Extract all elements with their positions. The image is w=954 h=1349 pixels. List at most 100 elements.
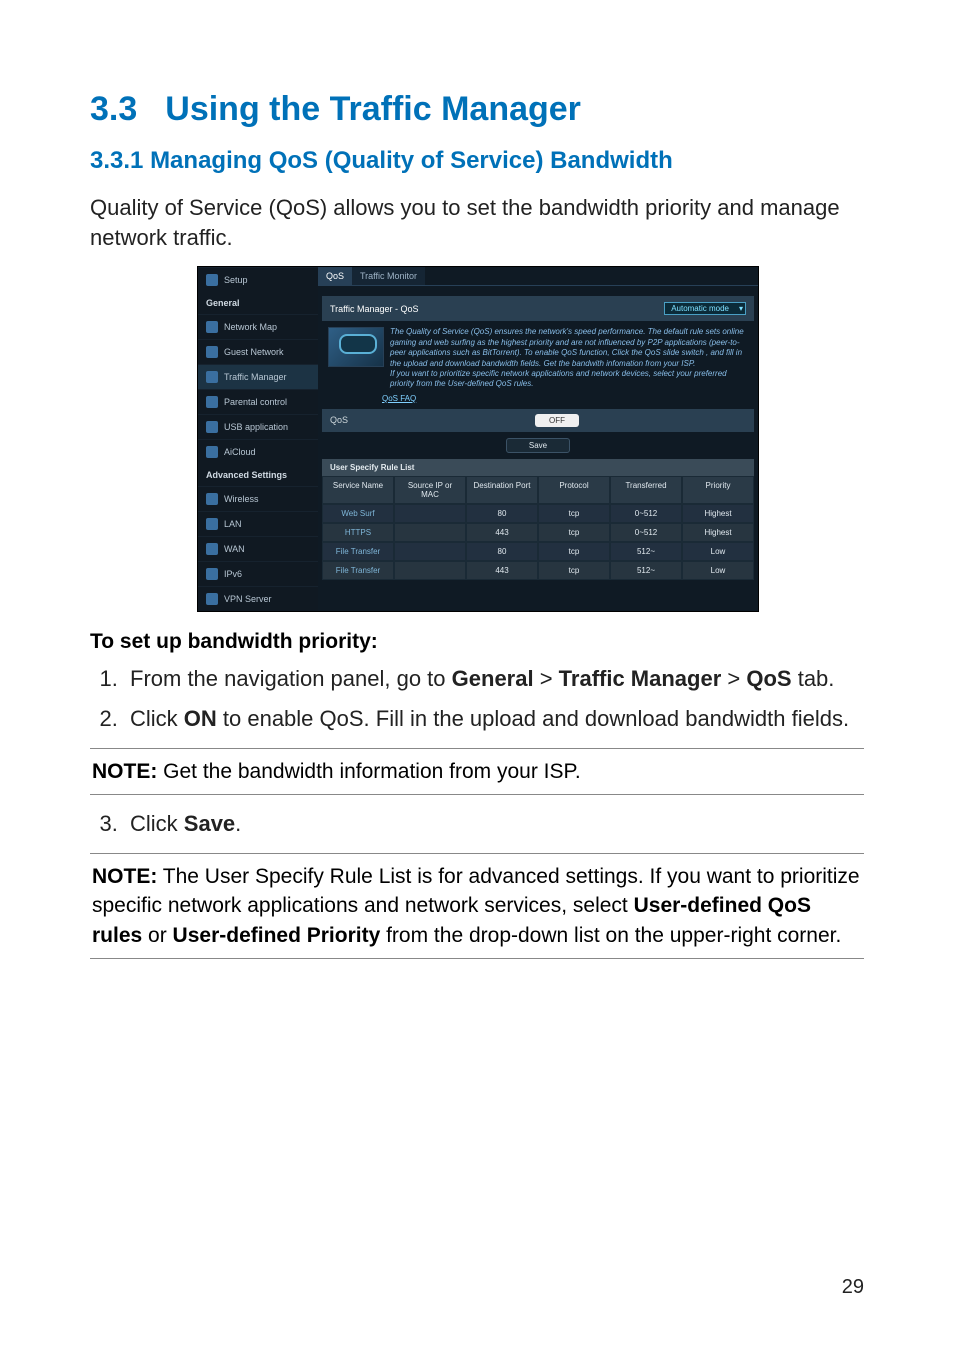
- tab-traffic-monitor[interactable]: Traffic Monitor: [352, 267, 425, 285]
- sidebar-item-vpn[interactable]: VPN Server: [198, 586, 318, 611]
- qos-toggle-off[interactable]: OFF: [535, 414, 579, 427]
- guest-icon: [206, 346, 218, 358]
- qos-row-label: QoS: [330, 415, 348, 425]
- sidebar-item-label: Parental control: [224, 397, 287, 407]
- panel-title: Traffic Manager - QoS: [330, 304, 419, 314]
- subsection-title: 3.3.1 Managing QoS (Quality of Service) …: [90, 147, 864, 175]
- lan-icon: [206, 518, 218, 530]
- wifi-icon: [206, 493, 218, 505]
- sidebar-item-label: Guest Network: [224, 347, 284, 357]
- subsection-title-text: Managing QoS (Quality of Service) Bandwi…: [150, 147, 673, 174]
- intro-text: Quality of Service (QoS) allows you to s…: [90, 193, 864, 252]
- sidebar-item-label: IPv6: [224, 569, 242, 579]
- cell: Highest: [682, 523, 754, 542]
- network-icon: [206, 321, 218, 333]
- sidebar-item-label: VPN Server: [224, 594, 272, 604]
- section-title-text: Using the Traffic Manager: [165, 90, 581, 128]
- sidebar-item-aicloud[interactable]: AiCloud: [198, 439, 318, 464]
- subsection-number: 3.3.1: [90, 147, 143, 174]
- save-button[interactable]: Save: [506, 438, 570, 453]
- table-row: File Transfer 443 tcp 512~ Low: [322, 561, 754, 580]
- sidebar-item-wireless[interactable]: Wireless: [198, 486, 318, 511]
- cell: 443: [466, 561, 538, 580]
- col-proto: Protocol: [538, 476, 610, 504]
- cell: 80: [466, 504, 538, 523]
- sidebar-item-wan[interactable]: WAN: [198, 536, 318, 561]
- cell: 80: [466, 542, 538, 561]
- sidebar-item-label: Network Map: [224, 322, 277, 332]
- col-source: Source IP or MAC: [394, 476, 466, 504]
- step-bold: Traffic Manager: [559, 666, 722, 691]
- step-text: .: [235, 811, 241, 836]
- note-2: NOTE: The User Specify Rule List is for …: [90, 853, 864, 959]
- tab-row: QoS Traffic Monitor: [318, 267, 758, 286]
- step-text: Click: [130, 811, 184, 836]
- sidebar-item-network-map[interactable]: Network Map: [198, 314, 318, 339]
- cell: Highest: [682, 504, 754, 523]
- sidebar-item-traffic-manager[interactable]: Traffic Manager: [198, 364, 318, 389]
- cell: HTTPS: [322, 523, 394, 542]
- step-1: From the navigation panel, go to General…: [124, 664, 864, 694]
- qos-faq-link[interactable]: QoS FAQ: [322, 394, 754, 403]
- traffic-icon: [206, 371, 218, 383]
- cell: Web Surf: [322, 504, 394, 523]
- cell: Low: [682, 561, 754, 580]
- note-bold: User-defined Priority: [173, 924, 381, 947]
- sidebar-item-label: WAN: [224, 544, 245, 554]
- sidebar-item-lan[interactable]: LAN: [198, 511, 318, 536]
- sidebar-item-label: LAN: [224, 519, 242, 529]
- step-2: Click ON to enable QoS. Fill in the uplo…: [124, 704, 864, 734]
- step-3: Click Save.: [124, 809, 864, 839]
- step-bold: ON: [184, 706, 217, 731]
- qos-illustration-icon: [328, 327, 384, 367]
- cell: [394, 542, 466, 561]
- cell: tcp: [538, 523, 610, 542]
- page-number: 29: [842, 1276, 864, 1299]
- step-bold: Save: [184, 811, 235, 836]
- sidebar-item-usb[interactable]: USB application: [198, 414, 318, 439]
- rule-list-title: User Specify Rule List: [322, 459, 754, 476]
- sidebar-item-guest-network[interactable]: Guest Network: [198, 339, 318, 364]
- step-text: tab.: [792, 666, 835, 691]
- sidebar-setup[interactable]: Setup: [198, 267, 318, 292]
- sidebar-item-label: AiCloud: [224, 447, 256, 457]
- ipv6-icon: [206, 568, 218, 580]
- step-text: >: [721, 666, 746, 691]
- qos-description: The Quality of Service (QoS) ensures the…: [322, 321, 754, 393]
- sidebar: General Network Map Guest Network Traffi…: [198, 292, 318, 611]
- cell: 0~512: [610, 523, 682, 542]
- cell: [394, 561, 466, 580]
- col-prio: Priority: [682, 476, 754, 504]
- vpn-icon: [206, 593, 218, 605]
- sidebar-item-label: Wireless: [224, 494, 259, 504]
- cell: 512~: [610, 561, 682, 580]
- sidebar-item-ipv6[interactable]: IPv6: [198, 561, 318, 586]
- setup-icon: [206, 274, 218, 286]
- sidebar-general-heading: General: [198, 292, 318, 314]
- sidebar-advanced-heading: Advanced Settings: [198, 464, 318, 486]
- mode-dropdown[interactable]: Automatic mode: [664, 302, 746, 315]
- cell: tcp: [538, 542, 610, 561]
- desc-line: If you want to prioritize specific netwo…: [390, 369, 748, 390]
- shield-icon: [206, 396, 218, 408]
- cell: [394, 523, 466, 542]
- tab-qos[interactable]: QoS: [318, 267, 352, 285]
- sidebar-item-parental[interactable]: Parental control: [198, 389, 318, 414]
- note-1: NOTE: Get the bandwidth information from…: [90, 748, 864, 795]
- steps-list: From the navigation panel, go to General…: [90, 664, 864, 733]
- section-title: 3.3Using the Traffic Manager: [90, 90, 864, 129]
- globe-icon: [206, 543, 218, 555]
- steps-list-cont: Click Save.: [90, 809, 864, 839]
- note-text: or: [142, 924, 172, 947]
- note-text: from the drop-down list on the upper-rig…: [380, 924, 841, 947]
- cell: tcp: [538, 504, 610, 523]
- step-bold: General: [452, 666, 534, 691]
- cell: 443: [466, 523, 538, 542]
- desc-line: The Quality of Service (QoS) ensures the…: [390, 327, 748, 369]
- step-text: >: [534, 666, 559, 691]
- step-text: to enable QoS. Fill in the upload and do…: [217, 706, 849, 731]
- sidebar-item-label: Setup: [224, 275, 248, 285]
- step-text: From the navigation panel, go to: [130, 666, 452, 691]
- col-service: Service Name: [322, 476, 394, 504]
- cell: File Transfer: [322, 561, 394, 580]
